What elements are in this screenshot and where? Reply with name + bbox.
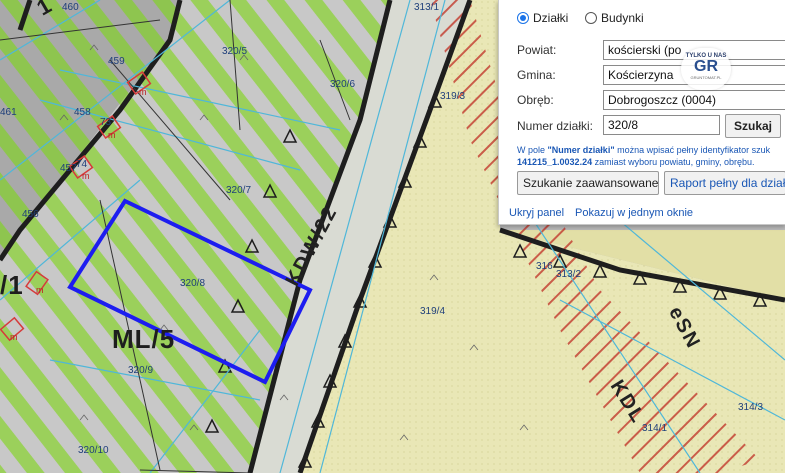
parcel-label: 458 xyxy=(74,107,91,118)
single-window-link[interactable]: Pokazuj w jednym oknie xyxy=(575,207,693,219)
watermark-logo: TYLKO U NAS GR GRUNTOMAT.PL xyxy=(681,48,731,90)
parcel-label: 320/5 xyxy=(222,46,248,57)
parcel-label: 456 xyxy=(22,209,39,220)
hint-text: W pole xyxy=(517,145,546,155)
parcel-label: 313/2 xyxy=(556,269,582,280)
building-mark: m xyxy=(10,332,18,342)
powiat-label: Powiat: xyxy=(517,43,557,57)
search-button[interactable]: Szukaj xyxy=(725,114,781,138)
gmina-label: Gmina: xyxy=(517,68,556,82)
zone-label: ML/5 xyxy=(112,324,176,354)
parcel-label: 320/6 xyxy=(330,79,356,90)
radio-label: Działki xyxy=(533,11,569,25)
hint-id: 141215_1.0032.24 xyxy=(517,157,593,167)
radio-budynki[interactable]: Budynki xyxy=(585,11,644,25)
search-hint: W pole "Numer działki" można wpisać pełn… xyxy=(517,144,779,168)
parcel-label: 460 xyxy=(62,2,79,13)
parcel-label: 319/4 xyxy=(420,306,446,317)
parcel-label: 313/1 xyxy=(414,2,440,13)
parcel-label: 319/3 xyxy=(440,91,466,102)
building-mark: m xyxy=(108,130,116,140)
parcel-label: 73 xyxy=(100,117,112,128)
badge-sub: GRUNTOMAT.PL xyxy=(690,75,722,80)
hint-field: "Numer działki" xyxy=(547,145,615,155)
building-mark: m xyxy=(36,285,44,295)
zone-label: /1 xyxy=(0,270,24,300)
parcel-label: 320/10 xyxy=(78,445,109,456)
full-report-button[interactable]: Raport pełny dla dział xyxy=(664,171,785,195)
radio-unselected-icon[interactable] xyxy=(585,12,597,24)
radio-label: Budynki xyxy=(601,11,644,25)
parcel-label: 457 xyxy=(60,163,77,174)
parcel-label: 459 xyxy=(108,56,125,67)
hide-panel-link[interactable]: Ukryj panel xyxy=(509,207,564,219)
building-mark: m xyxy=(82,171,90,181)
radio-selected-icon[interactable] xyxy=(517,12,529,24)
radio-dzialki[interactable]: Działki xyxy=(517,11,568,25)
parcel-label: 314/3 xyxy=(738,402,764,413)
parcel-label: 320/7 xyxy=(226,185,252,196)
parcel-label: 74 xyxy=(76,159,88,170)
parcel-label: 314/1 xyxy=(642,423,668,434)
parcel-label: 320/8 xyxy=(180,278,206,289)
obreb-select[interactable]: Dobrogoszcz (0004) xyxy=(603,90,785,110)
numer-label: Numer działki: xyxy=(517,119,594,133)
advanced-search-button[interactable]: Szukanie zaawansowane xyxy=(517,171,659,195)
badge-main: GR xyxy=(694,58,718,75)
parcel-number-input[interactable]: 320/8 xyxy=(603,115,720,135)
parcel-label: 316 xyxy=(536,261,553,272)
parcel-label: 320/9 xyxy=(128,365,154,376)
obreb-label: Obręb: xyxy=(517,93,554,107)
search-panel: Działki Budynki Powiat: kościerski (po G… xyxy=(498,0,785,225)
parcel-label: 461 xyxy=(0,107,17,118)
hint-text: można wpisać pełny identyfikator szuk xyxy=(617,145,771,155)
hint-text: zamiast wyboru powiatu, gminy, obrębu. xyxy=(594,157,755,167)
building-mark: m xyxy=(139,87,147,97)
